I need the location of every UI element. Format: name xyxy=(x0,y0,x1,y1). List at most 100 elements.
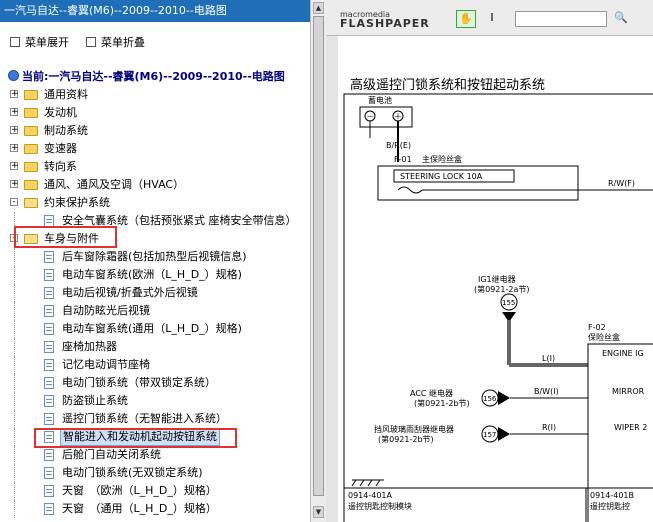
tree-item-label: 通风、通风及空调（HVAC） xyxy=(44,178,185,191)
wire-bw-label: B/W(I) xyxy=(534,387,559,396)
tree-item-label: 座椅加热器 xyxy=(62,340,117,353)
document-icon xyxy=(44,341,54,353)
current-node[interactable]: 当前:一汽马自达--睿翼(M6)--2009--2010--电路图 xyxy=(8,68,285,84)
module-right-code: 0914-401B xyxy=(590,491,634,500)
tree-item-label: 记忆电动调节座椅 xyxy=(62,358,150,371)
tree-folder-item[interactable]: + 变速器 xyxy=(0,140,310,158)
tree-leaf-item[interactable]: 自动防眩光后视镜 xyxy=(0,302,310,320)
tree-guide-line xyxy=(14,266,15,284)
document-icon xyxy=(44,287,54,299)
tree-guide-line xyxy=(14,338,15,356)
fuse2-code: F-02 xyxy=(588,323,606,332)
expand-node-icon[interactable]: + xyxy=(10,162,19,171)
tree-leaf-item[interactable]: 安全气囊系统（包括预张紧式 座椅安全带信息） xyxy=(0,212,310,230)
tree-leaf-item[interactable]: 天窗 （欧洲（L_H_D_）规格） xyxy=(0,482,310,500)
expand-icon xyxy=(10,37,20,47)
tree-leaf-item[interactable]: 智能进入和发动机起动按钮系统 xyxy=(0,428,310,446)
expand-node-icon[interactable]: + xyxy=(10,180,19,189)
wiring-diagram: 蓄电池 － ＋ B/R(E) F-01 主保险丝盒 STEERING LOCK … xyxy=(343,93,653,522)
tree-view: + 通用资料 + 发动机 + 制动系统 + 变速器 + 转向系 + 通风、通风及空调（HVAC） - 约束… xyxy=(0,86,310,518)
tree-item-label: 后车窗除霜器(包括加热型后视镜信息) xyxy=(62,250,247,263)
tree-folder-item[interactable]: + 通用资料 xyxy=(0,86,310,104)
tree-leaf-item[interactable]: 电动车窗系统(欧洲（L_H_D_）规格) xyxy=(0,266,310,284)
tree-folder-item[interactable]: - 车身与附件 xyxy=(0,230,310,248)
tree-leaf-item[interactable]: 后车窗除霜器(包括加热型后视镜信息) xyxy=(0,248,310,266)
tree-leaf-item[interactable]: 后舱门自动关闭系统 xyxy=(0,446,310,464)
document-icon xyxy=(44,431,54,443)
document-icon xyxy=(44,359,54,371)
battery-plus-label: ＋ xyxy=(394,112,402,121)
wiper-relay-ref: (第0921-2b节) xyxy=(378,434,434,444)
tree-item-label: 防盗锁止系统 xyxy=(62,394,128,407)
collapse-node-icon[interactable]: - xyxy=(10,234,18,243)
tree-item-label: 天窗 （通用（L_H_D_）规格） xyxy=(62,502,217,515)
tree-guide-line xyxy=(14,482,15,500)
wiper-label: WIPER 2 xyxy=(614,423,647,432)
expand-node-icon[interactable]: + xyxy=(10,108,19,117)
mirror-label: MIRROR xyxy=(612,387,645,396)
tree-folder-item[interactable]: + 制动系统 xyxy=(0,122,310,140)
document-icon xyxy=(44,467,54,479)
module-right-name: 遥控钥匙控 xyxy=(590,501,630,511)
tree-leaf-item[interactable]: 电动门锁系统（带双锁定系统） xyxy=(0,374,310,392)
folder-icon xyxy=(24,126,38,136)
acc-relay-ref: (第0921-2b节) xyxy=(414,398,470,408)
current-node-label: 当前:一汽马自达--睿翼(M6)--2009--2010--电路图 xyxy=(22,70,285,83)
tree-item-label: 电动门锁系统（带双锁定系统） xyxy=(62,376,216,389)
folder-icon xyxy=(24,162,38,172)
tree-item-label: 制动系统 xyxy=(44,124,88,137)
collapse-menu-button[interactable]: 菜单折叠 xyxy=(86,34,145,50)
connector-155-label: 155 xyxy=(502,299,515,307)
tree-item-label: 智能进入和发动机起动按钮系统 xyxy=(60,428,220,446)
folder-icon xyxy=(24,180,38,190)
logo-bottom-text: FLASHPAPER xyxy=(340,17,430,30)
wiper-arrow xyxy=(498,427,510,441)
page-gutter xyxy=(326,36,338,522)
battery-label: 蓄电池 xyxy=(368,95,392,105)
folder-icon xyxy=(24,90,38,100)
tree-item-label: 变速器 xyxy=(44,142,77,155)
scroll-thumb[interactable] xyxy=(313,16,324,496)
folder-icon xyxy=(24,198,38,208)
document-icon xyxy=(44,251,54,263)
document-icon xyxy=(44,323,54,335)
tree-leaf-item[interactable]: 记忆电动调节座椅 xyxy=(0,356,310,374)
left-scrollbar[interactable]: ▲ ▼ xyxy=(310,0,326,522)
tree-guide-line xyxy=(14,428,15,446)
tree-folder-item[interactable]: - 约束保护系统 xyxy=(0,194,310,212)
text-cursor-icon: I xyxy=(490,11,494,24)
document-icon xyxy=(44,305,54,317)
expand-node-icon[interactable]: + xyxy=(10,144,19,153)
expand-node-icon[interactable]: + xyxy=(10,126,19,135)
tree-item-label: 电动后视镜/折叠式外后视镜 xyxy=(62,286,198,299)
tree-guide-line xyxy=(14,374,15,392)
text-select-tool-button[interactable]: I xyxy=(482,10,502,28)
connector-156-label: 156 xyxy=(483,395,497,403)
tree-leaf-item[interactable]: 电动门锁系统(无双锁定系统) xyxy=(0,464,310,482)
search-input[interactable] xyxy=(515,11,607,27)
tree-leaf-item[interactable]: 电动车窗系统(通用（L_H_D_）规格) xyxy=(0,320,310,338)
ig1-relay-label: IG1继电器 xyxy=(478,274,516,284)
tree-leaf-item[interactable]: 电动后视镜/折叠式外后视镜 xyxy=(0,284,310,302)
tree-guide-line xyxy=(14,284,15,302)
tree-leaf-item[interactable]: 天窗 （通用（L_H_D_）规格） xyxy=(0,500,310,518)
tree-item-label: 天窗 （欧洲（L_H_D_）规格） xyxy=(62,484,217,497)
hand-tool-button[interactable]: ✋ xyxy=(456,10,476,28)
tree-item-label: 通用资料 xyxy=(44,88,88,101)
tree-folder-item[interactable]: + 通风、通风及空调（HVAC） xyxy=(0,176,310,194)
tree-guide-line xyxy=(14,464,15,482)
expand-menu-button[interactable]: 菜单展开 xyxy=(10,34,69,50)
search-button[interactable]: 🔍 xyxy=(611,10,631,28)
globe-icon xyxy=(8,70,19,81)
scroll-down-arrow-icon[interactable]: ▼ xyxy=(313,506,324,518)
tree-leaf-item[interactable]: 座椅加热器 xyxy=(0,338,310,356)
tree-folder-item[interactable]: + 转向系 xyxy=(0,158,310,176)
document-icon xyxy=(44,215,54,227)
pane-title: 一汽马自达--睿翼(M6)--2009--2010--电路图 xyxy=(0,0,310,22)
tree-folder-item[interactable]: + 发动机 xyxy=(0,104,310,122)
tree-leaf-item[interactable]: 防盗锁止系统 xyxy=(0,392,310,410)
expand-node-icon[interactable]: + xyxy=(10,90,19,99)
tree-leaf-item[interactable]: 遥控门锁系统（无智能进入系统） xyxy=(0,410,310,428)
scroll-up-arrow-icon[interactable]: ▲ xyxy=(313,2,324,14)
collapse-node-icon[interactable]: - xyxy=(10,198,18,207)
